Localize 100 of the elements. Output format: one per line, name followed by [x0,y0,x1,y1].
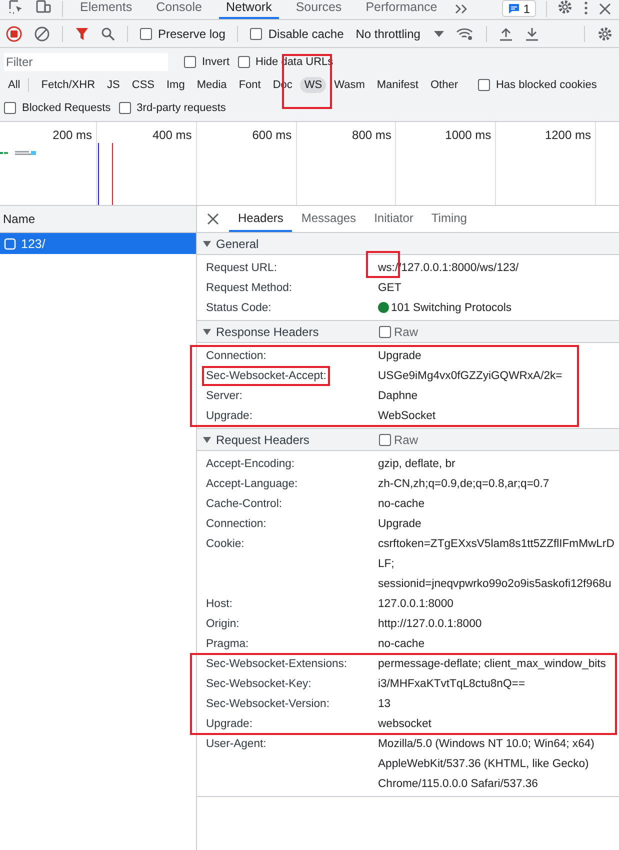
type-filter[interactable]: Img [162,76,189,92]
device-icon[interactable] [34,0,52,15]
checkbox-option[interactable]: Disable cache [250,26,344,40]
header-name: Host: [205,597,234,612]
document-icon [4,238,16,250]
checkbox-option[interactable]: Invert [184,56,230,68]
wifi-settings-icon[interactable] [456,26,474,40]
type-filter[interactable]: Fetch/XHR [37,76,100,92]
throttling-dropdown[interactable]: No throttling [356,26,444,40]
message-icon [508,3,520,14]
header-value: no-cache [378,637,426,652]
section-toggle[interactable]: Response Headers [197,324,379,338]
upload-icon[interactable] [499,26,514,40]
time-tick-label: 200 ms [52,128,92,142]
header-value: GET [378,281,402,296]
type-filter[interactable]: CSS [128,76,158,92]
time-tick-label: 400 ms [152,128,192,142]
detail-tab[interactable]: Messages [292,206,366,232]
close-icon[interactable] [599,3,611,15]
settings-icon[interactable] [597,26,613,42]
header-value: USGe9iMg4vx0fGZZyiGQWRxA/2k= [378,369,564,384]
header-name: Upgrade: [205,409,254,424]
time-tick-label: 800 ms [352,128,392,142]
header-value: Daphne [378,389,419,404]
panel-tab[interactable]: Sources [288,0,349,19]
close-icon[interactable] [207,213,219,225]
panel-tab[interactable]: Elements [73,0,140,19]
header-name: Pragma: [205,637,250,652]
checkbox-option[interactable]: Blocked Requests [4,102,111,114]
header-value: 127.0.0.1:8000 [378,597,454,612]
triangle-icon [203,240,211,248]
header-value: WebSocket [378,409,437,424]
time-tick-label: 1200 ms [544,128,591,142]
request-row[interactable]: 123/ [0,233,196,254]
detail-tab[interactable]: Initiator [365,206,422,232]
header-name: Cache-Control: [205,497,283,512]
header-name: Origin: [205,617,240,632]
dom-loaded-marker [98,143,99,205]
checkbox-option[interactable]: Has blocked cookies [478,78,597,90]
header-name: User-Agent: [205,737,268,752]
header-value: zh-CN,zh;q=0.9,de;q=0.8,ar;q=0.7 [378,477,550,492]
header-name: Accept-Encoding: [205,457,296,472]
header-value: csrftoken=ZTgEXxsV5lam8s1tt5ZZflIFmMwLrDLF; sessionid=jneqvpwrko99o2o9is5askofi12f968u [378,537,616,592]
section-toggle[interactable]: Request Headers [197,432,379,446]
header-name: Status Code: [205,301,272,316]
download-icon[interactable] [525,26,540,40]
caret-icon [434,30,444,36]
load-marker [112,143,113,205]
time-tick-label: 600 ms [252,128,292,142]
panel-tab[interactable]: Performance [358,0,444,19]
header-name: Request Method: [205,281,294,296]
triangle-icon [203,328,211,336]
header-name: Sec-Websocket-Key: [205,677,312,692]
header-value: no-cache [378,497,426,512]
header-value: Upgrade [378,349,422,364]
header-name: Connection: [205,517,268,532]
detail-tab[interactable]: Timing [422,206,476,232]
column-header: Name [3,212,36,226]
type-filter[interactable]: Other [426,76,462,92]
search-icon[interactable] [101,26,115,40]
clear-icon[interactable] [34,26,50,42]
chevrons-icon[interactable] [454,3,468,15]
header-value: permessage-deflate; client_max_window_bits [378,657,607,672]
header-name: Connection: [205,349,268,364]
header-value: Mozilla/5.0 (Windows NT 10.0; Win64; x64) AppleWebKit/537.36 (KHTML, like Gecko) Chrome/115.0.0.0 Safari/537.36 [378,737,596,792]
more-icon[interactable] [583,1,589,15]
inspect-icon[interactable] [8,0,24,15]
type-filter[interactable]: JS [103,76,124,92]
header-name: Sec-Websocket-Accept: [202,366,330,386]
type-filter[interactable]: All [4,76,24,92]
raw-checkbox[interactable]: Raw [379,432,418,446]
header-name: Sec-Websocket-Extensions: [205,657,348,672]
header-name: Cookie: [205,537,246,552]
header-value: 13 [378,697,392,712]
header-value: i3/MHFxaKTvtTqL8ctu8nQ== [378,677,526,692]
type-filter[interactable]: Manifest [372,76,422,92]
filter-field[interactable]: Filter [4,52,168,70]
header-name: Request URL: [205,261,278,276]
type-filter[interactable]: Font [234,76,265,92]
issues-button[interactable]: 1 [502,0,536,17]
header-value: 101 Switching Protocols [391,301,513,316]
header-name: Sec-Websocket-Version: [205,697,330,712]
type-filter[interactable]: WS [300,76,326,92]
record-icon[interactable] [6,26,22,42]
header-value: http://127.0.0.1:8000 [378,617,483,632]
filter-icon[interactable] [75,26,89,40]
triangle-icon [203,436,211,444]
header-name: Upgrade: [205,717,254,732]
checkbox-option[interactable]: 3rd-party requests [118,102,226,114]
header-name: Accept-Language: [205,477,299,492]
header-value: websocket [378,717,432,732]
type-filter[interactable]: Media [192,76,231,92]
header-name: Server: [205,389,244,404]
type-filter[interactable]: Wasm [330,76,369,92]
header-value: gzip, deflate, br [378,457,456,472]
header-value: Upgrade [378,517,422,532]
panel-tab[interactable]: Console [149,0,209,19]
settings-icon[interactable] [557,0,573,15]
checkbox-option[interactable]: Preserve log [140,26,226,40]
raw-checkbox[interactable]: Raw [379,324,418,338]
